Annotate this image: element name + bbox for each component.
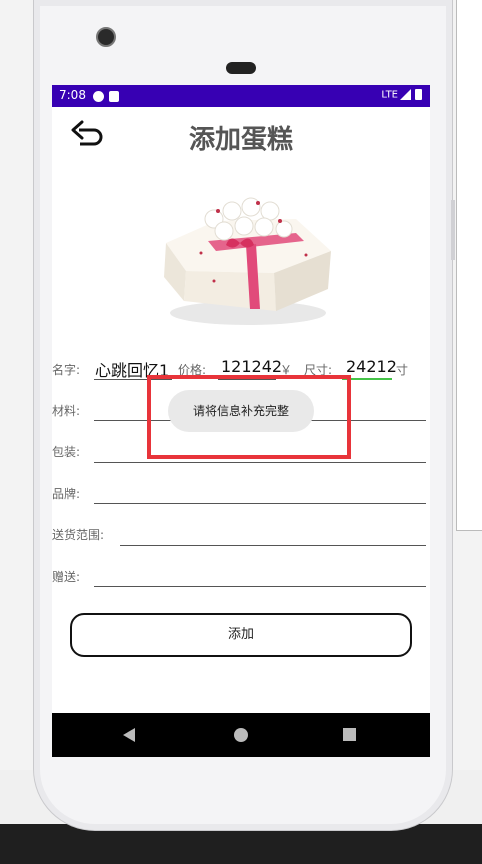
- battery-icon: [415, 89, 422, 100]
- signal-icon: [400, 89, 411, 100]
- size-field[interactable]: 24212: [346, 357, 397, 376]
- size-unit: 寸: [396, 363, 409, 377]
- brand-input[interactable]: [94, 473, 426, 503]
- gift-input[interactable]: [94, 556, 426, 586]
- notification-icons: [93, 89, 122, 103]
- desktop-side-panel: [456, 0, 482, 531]
- network-type: LTE: [381, 89, 398, 101]
- nav-home-icon[interactable]: [234, 728, 248, 742]
- packaging-label: 包装:: [52, 445, 81, 459]
- highlight-box: [147, 375, 351, 459]
- gift-underline: [94, 586, 426, 587]
- status-time: 7:08: [59, 88, 86, 102]
- front-camera: [96, 27, 116, 47]
- delivery-input[interactable]: [120, 515, 426, 545]
- gift-label: 赠送:: [52, 570, 81, 584]
- power-button[interactable]: [451, 200, 455, 260]
- nav-recents-icon[interactable]: [343, 728, 356, 741]
- app-screen: 7:08 LTE 添加蛋糕 名字: 心跳回忆1 价格: 121242 ￥ 尺寸:…: [52, 85, 430, 757]
- sd-card-icon: [109, 91, 119, 102]
- add-button[interactable]: 添加: [70, 613, 412, 657]
- brand-label: 品牌:: [52, 487, 81, 501]
- nav-back-icon[interactable]: [123, 728, 135, 742]
- delivery-underline: [120, 545, 426, 546]
- cake-picture: [164, 197, 331, 325]
- navigation-bar: [52, 713, 430, 757]
- packaging-underline: [94, 462, 426, 463]
- name-label: 名字:: [52, 363, 81, 377]
- material-label: 材料:: [52, 404, 81, 418]
- delivery-label: 送货范围:: [52, 528, 105, 542]
- cake-image[interactable]: [156, 181, 336, 331]
- status-right: LTE: [381, 89, 422, 101]
- status-bar: 7:08 LTE: [52, 85, 430, 107]
- notification-icon: [93, 91, 104, 102]
- earpiece-speaker: [226, 62, 256, 74]
- brand-underline: [94, 503, 426, 504]
- page-title: 添加蛋糕: [188, 125, 293, 155]
- price-field[interactable]: 121242: [221, 357, 282, 376]
